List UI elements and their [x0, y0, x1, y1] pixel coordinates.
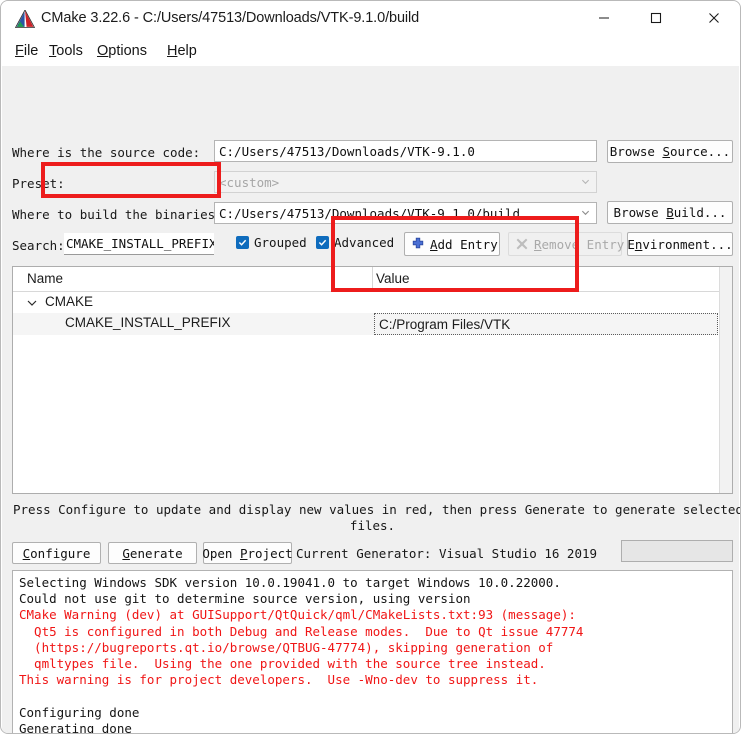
console-log-line: Configuring done — [19, 704, 140, 720]
menu-item-file[interactable]: File — [11, 41, 42, 61]
menu-item-options[interactable]: Options — [93, 41, 151, 61]
chevron-down-icon — [581, 210, 590, 216]
table-group-row[interactable]: CMAKE — [13, 292, 718, 314]
cmake-logo-icon — [14, 9, 36, 28]
remove-entry-label: Remove Entry — [534, 236, 625, 252]
maximize-icon[interactable] — [633, 1, 679, 35]
source-code-input[interactable]: C:/Users/47513/Downloads/VTK-9.1.0 — [214, 140, 597, 162]
menu-item-tools[interactable]: Tools — [45, 41, 87, 61]
search-label: Search: — [12, 238, 65, 253]
console-log-line: Selecting Windows SDK version 10.0.19041… — [19, 575, 561, 590]
title-bar: CMake 3.22.6 - C:/Users/47513/Downloads/… — [1, 1, 740, 37]
cmake-gui-window: CMake 3.22.6 - C:/Users/47513/Downloads/… — [0, 0, 741, 734]
menu-item-options-rest: ptions — [108, 43, 147, 59]
add-entry-button[interactable]: Add Entry — [404, 232, 500, 256]
x-mark-icon — [516, 238, 528, 250]
browse-source-label: Browse Source... — [609, 144, 731, 159]
environment-button[interactable]: Environment... — [627, 232, 733, 256]
menu-item-file-rest: ile — [23, 43, 39, 59]
menu-item-tools-rest: ools — [56, 43, 83, 59]
preset-combobox[interactable]: <custom> — [214, 171, 597, 193]
console-log-line: (https://bugreports.qt.io/browse/QTBUG-4… — [19, 639, 554, 655]
window-title: CMake 3.22.6 - C:/Users/47513/Downloads/… — [41, 10, 420, 26]
console-log-line: This warning is for project developers. … — [19, 672, 539, 688]
preset-value: <custom> — [219, 174, 280, 190]
open-project-label: Open Project — [202, 545, 293, 561]
console-log-line: CMake Warning (dev) at GUISupport/QtQuic… — [19, 607, 576, 623]
menu-bar: File Tools Options Help — [1, 37, 740, 66]
checkmark-icon — [236, 236, 249, 249]
minimize-icon[interactable] — [581, 1, 627, 35]
column-resize-handle[interactable] — [372, 267, 373, 291]
main-content: Where is the source code: C:/Users/47513… — [2, 66, 741, 734]
entry-value-input[interactable]: C:/Program Files/VTK — [374, 313, 718, 335]
console-log-line — [19, 688, 726, 704]
close-icon[interactable] — [691, 1, 737, 35]
hint-text-line1: Press Configure to update and display ne… — [13, 502, 741, 517]
browse-build-label: Browse Build... — [613, 205, 727, 220]
build-binaries-value: C:/Users/47513/Downloads/VTK-9.1.0/build — [219, 205, 521, 221]
table-header-row: Name Value — [13, 267, 732, 292]
source-code-label: Where is the source code: — [12, 145, 201, 160]
build-binaries-combobox[interactable]: C:/Users/47513/Downloads/VTK-9.1.0/build — [214, 202, 597, 224]
table-vertical-scrollbar[interactable] — [719, 267, 732, 493]
build-binaries-label: Where to build the binaries: — [12, 207, 223, 222]
plus-icon — [412, 237, 424, 249]
configure-button[interactable]: Configure — [12, 542, 101, 564]
generate-button[interactable]: Generate — [108, 542, 197, 564]
menu-item-help[interactable]: Help — [163, 41, 201, 61]
remove-entry-button[interactable]: Remove Entry — [508, 232, 625, 256]
search-input[interactable]: CMAKE_INSTALL_PREFIX — [64, 233, 214, 255]
hint-text-line2: files. — [349, 518, 396, 533]
advanced-label: Advanced — [334, 235, 395, 250]
group-label: CMAKE — [45, 294, 94, 309]
console-log-lines: Selecting Windows SDK version 10.0.19041… — [19, 575, 726, 734]
console-log-line: Could not use git to determine source ve… — [19, 591, 471, 607]
column-header-name[interactable]: Name — [27, 271, 63, 286]
console-log-line: Qt5 is configured in both Debug and Rele… — [19, 623, 584, 639]
preset-label: Preset: — [12, 176, 65, 191]
add-entry-label: Add Entry — [430, 236, 498, 252]
console-log-line: Generating done — [19, 720, 132, 734]
environment-label: Environment... — [627, 236, 733, 252]
chevron-down-icon — [581, 179, 590, 185]
output-console[interactable]: Selecting Windows SDK version 10.0.19041… — [12, 570, 733, 734]
current-generator-label: Current Generator: Visual Studio 16 2019 — [296, 546, 598, 561]
generate-label: Generate — [122, 545, 183, 561]
grouped-label: Grouped — [254, 235, 307, 250]
progress-bar — [621, 540, 733, 562]
console-log-line: qmltypes file. Using the one provided wi… — [19, 656, 546, 672]
open-project-button[interactable]: Open Project — [202, 542, 293, 564]
browse-source-button[interactable]: Browse Source... — [607, 140, 733, 163]
checkmark-icon — [316, 236, 329, 249]
entry-name: CMAKE_INSTALL_PREFIX — [65, 315, 231, 330]
advanced-checkbox[interactable]: Advanced — [316, 235, 394, 250]
browse-build-button[interactable]: Browse Build... — [607, 201, 733, 224]
chevron-down-icon[interactable] — [27, 299, 37, 307]
column-header-value[interactable]: Value — [376, 271, 410, 286]
menu-item-help-rest: elp — [177, 43, 197, 59]
configure-label: Configure — [22, 545, 91, 561]
cache-entries-table[interactable]: Name Value CMAKE CMAKE_INSTALL_PREFIX C:… — [12, 266, 733, 494]
grouped-checkbox[interactable]: Grouped — [236, 235, 307, 250]
